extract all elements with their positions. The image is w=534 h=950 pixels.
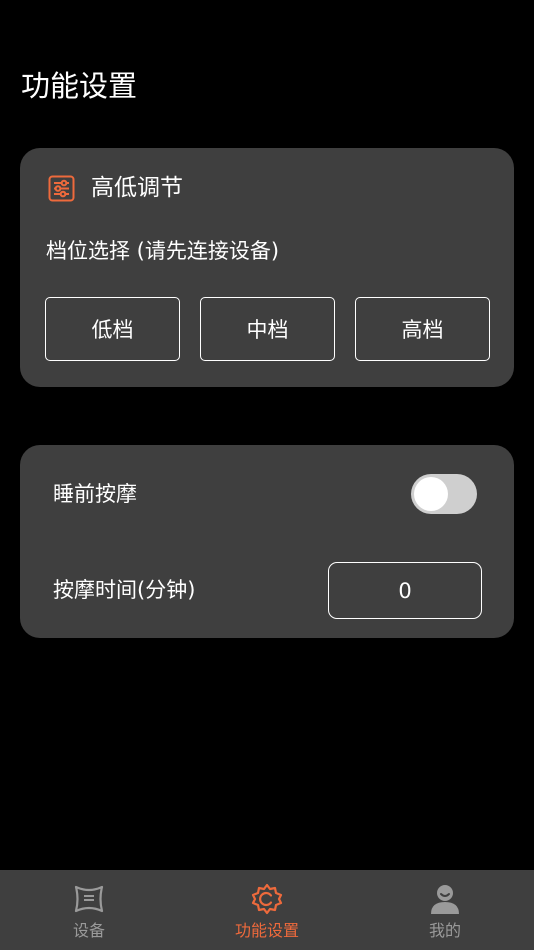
page-title: 功能设置 — [21, 69, 138, 103]
tab-device[interactable]: 设备 — [0, 870, 178, 950]
gear-select-label: 档位选择 (请先连接设备) — [46, 239, 280, 263]
massage-card: 睡前按摩 按摩时间(分钟) — [20, 445, 514, 638]
profile-icon — [431, 885, 459, 914]
settings-gear-icon — [251, 883, 283, 915]
mid-gear-button[interactable]: 中档 — [200, 297, 335, 361]
device-icon — [74, 885, 104, 913]
sliders-icon — [48, 175, 75, 202]
card-title: 高低调节 — [91, 175, 183, 201]
massage-time-input[interactable] — [328, 562, 482, 619]
height-adjust-card: 高低调节 档位选择 (请先连接设备) 低档 中档 高档 — [20, 148, 514, 387]
tab-profile[interactable]: 我的 — [356, 870, 534, 950]
high-gear-button[interactable]: 高档 — [355, 297, 490, 361]
toggle-knob — [414, 477, 448, 511]
massage-time-label: 按摩时间(分钟) — [53, 578, 196, 602]
tab-bar: 设备 功能设置 我的 — [0, 870, 534, 950]
card-header: 高低调节 — [48, 172, 183, 204]
low-gear-button[interactable]: 低档 — [45, 297, 180, 361]
tab-label: 我的 — [428, 921, 461, 940]
tab-settings[interactable]: 功能设置 — [178, 870, 356, 950]
tab-label: 功能设置 — [234, 921, 299, 940]
pre-sleep-massage-toggle[interactable] — [411, 474, 477, 514]
gear-buttons: 低档 中档 高档 — [45, 297, 490, 361]
pre-sleep-massage-label: 睡前按摩 — [53, 482, 137, 506]
tab-label: 设备 — [72, 921, 105, 940]
